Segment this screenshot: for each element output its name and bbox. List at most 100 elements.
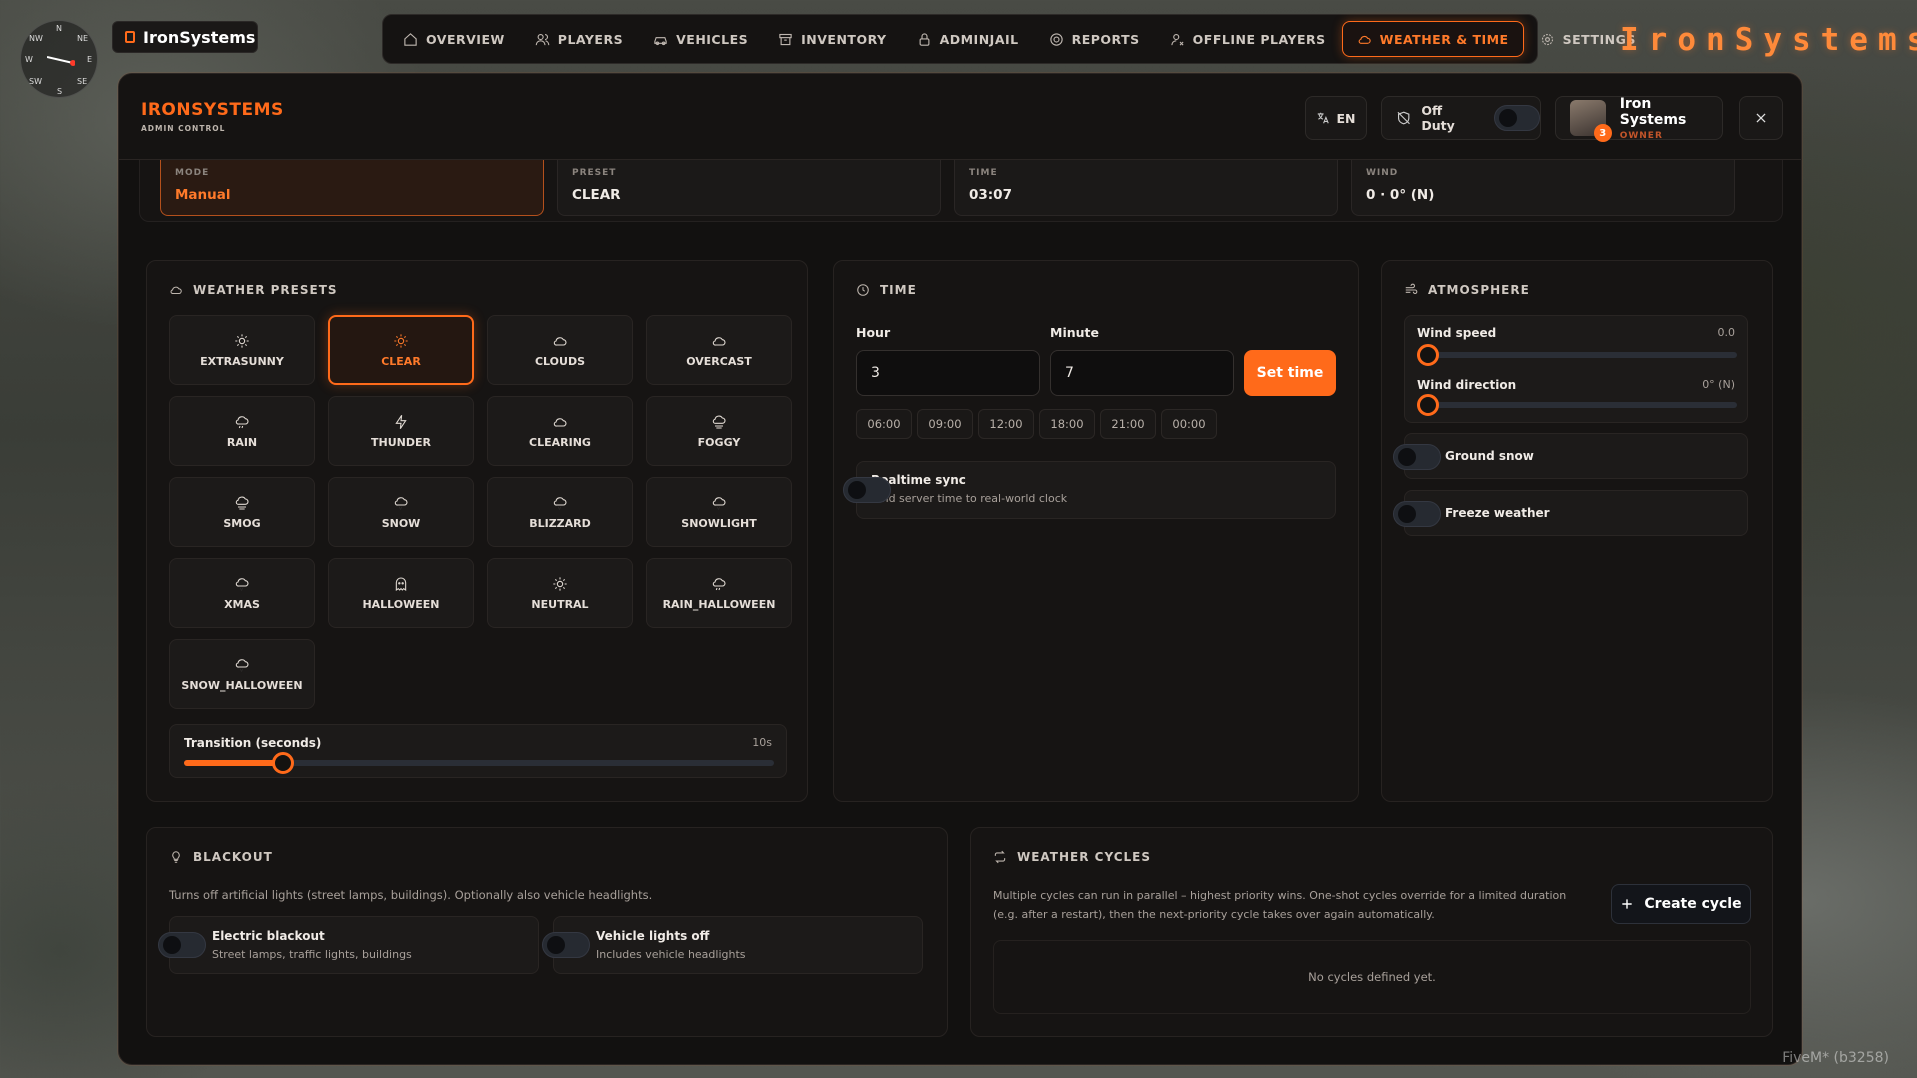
- transition-value: 10s: [752, 736, 772, 749]
- compass-n: N: [56, 24, 62, 33]
- minimap-compass: N NE NW W E SW SE S: [20, 20, 98, 98]
- quick-time-chip[interactable]: 06:00: [856, 409, 912, 439]
- preset-xmas[interactable]: XMAS: [169, 558, 315, 628]
- nav-label: PLAYERS: [557, 31, 624, 47]
- status-mode-label: MODE: [175, 168, 210, 178]
- vehicle-lights-title: Vehicle lights off: [596, 929, 710, 943]
- quick-time-chip[interactable]: 00:00: [1161, 409, 1217, 439]
- status-wind: WIND 0 · 0° (N): [1351, 160, 1735, 216]
- ground-snow-row: Ground snow: [1393, 433, 1748, 479]
- home-icon: [404, 32, 417, 46]
- wind-direction-label: Wind direction: [1417, 378, 1517, 392]
- set-time-button[interactable]: Set time: [1244, 350, 1336, 396]
- preset-label: BLIZZARD: [529, 516, 591, 530]
- electric-blackout-desc: Street lamps, traffic lights, buildings: [212, 948, 412, 961]
- avatar: 3: [1570, 100, 1612, 142]
- preset-rain-halloween[interactable]: RAIN_HALLOWEEN: [646, 558, 792, 628]
- preset-label: SNOW: [381, 516, 421, 530]
- preset-label: RAIN_HALLOWEEN: [662, 597, 776, 611]
- atmosphere-title: ATMOSPHERE: [1404, 283, 1530, 297]
- freeze-weather-toggle[interactable]: [1393, 501, 1441, 527]
- transition-label: Transition (seconds): [184, 736, 322, 750]
- quick-time-chip[interactable]: 21:00: [1100, 409, 1156, 439]
- preset-overcast[interactable]: OVERCAST: [646, 315, 792, 385]
- user-name: Iron Systems: [1619, 95, 1687, 128]
- blackout-title-text: BLACKOUT: [193, 850, 273, 864]
- preset-label: RAIN: [226, 435, 258, 449]
- preset-thunder[interactable]: THUNDER: [328, 396, 474, 466]
- brand-chip: IronSystems: [112, 21, 258, 53]
- quick-time-chip[interactable]: 09:00: [917, 409, 973, 439]
- status-mode-value: Manual: [175, 187, 231, 203]
- wind-direction-slider-thumb[interactable]: [1417, 394, 1439, 416]
- close-button[interactable]: [1739, 96, 1783, 140]
- preset-label: SNOWLIGHT: [681, 516, 757, 530]
- preset-snow[interactable]: SNOW: [328, 477, 474, 547]
- panel-header: IRONSYSTEMS ADMIN CONTROL EN Off Duty 3 …: [119, 74, 1801, 160]
- compass-ne: NE: [77, 34, 89, 43]
- nav-reports[interactable]: REPORTS: [1035, 21, 1154, 57]
- preset-clouds[interactable]: CLOUDS: [487, 315, 633, 385]
- hour-input[interactable]: 3: [856, 350, 1040, 396]
- nav-offline-players[interactable]: OFFLINE PLAYERS: [1156, 21, 1340, 57]
- nav-label: WEATHER & TIME: [1379, 31, 1509, 47]
- nav-weather-time[interactable]: WEATHER & TIME: [1341, 21, 1524, 57]
- preset-foggy[interactable]: FOGGY: [646, 396, 792, 466]
- create-cycle-button[interactable]: Create cycle: [1611, 884, 1751, 924]
- wind-speed-slider[interactable]: [1417, 352, 1737, 358]
- preset-label: CLEARING: [529, 435, 591, 449]
- language-button[interactable]: EN: [1305, 96, 1367, 140]
- status-preset-value: CLEAR: [572, 187, 621, 203]
- nav-overview[interactable]: OVERVIEW: [389, 21, 519, 57]
- wind-direction-slider[interactable]: [1417, 402, 1737, 408]
- nav-label: VEHICLES: [676, 31, 749, 47]
- electric-blackout-title: Electric blackout: [212, 929, 325, 943]
- preset-blizzard[interactable]: BLIZZARD: [487, 477, 633, 547]
- preset-halloween[interactable]: HALLOWEEN: [328, 558, 474, 628]
- preset-rain[interactable]: RAIN: [169, 396, 315, 466]
- preset-label: NEUTRAL: [531, 597, 589, 611]
- preset-label: SMOG: [223, 516, 261, 530]
- realtime-sync-toggle[interactable]: [843, 477, 891, 503]
- status-mode: MODE Manual: [160, 160, 544, 216]
- hour-label: Hour: [856, 325, 891, 340]
- realtime-sync-row: Realtime sync Bind server time to real-w…: [843, 461, 1336, 519]
- status-preset: PRESET CLEAR: [557, 160, 941, 216]
- cloud-rain-icon: [712, 577, 726, 590]
- preset-snowlight[interactable]: SNOWLIGHT: [646, 477, 792, 547]
- archive-icon: [779, 33, 792, 45]
- quick-time-chip[interactable]: 12:00: [978, 409, 1034, 439]
- cloud-icon: [712, 336, 726, 346]
- time-title: TIME: [856, 283, 917, 297]
- nav-adminjail[interactable]: ADMINJAIL: [903, 21, 1033, 57]
- nav-label: OFFLINE PLAYERS: [1192, 31, 1326, 47]
- cloud-snow-icon: [235, 658, 249, 672]
- user-menu[interactable]: 3 Iron Systems OWNER: [1555, 95, 1723, 142]
- ground-snow-label: Ground snow: [1445, 449, 1534, 463]
- ground-snow-toggle[interactable]: [1393, 444, 1441, 470]
- minute-input[interactable]: 7: [1050, 350, 1234, 396]
- cloud-icon: [553, 336, 567, 346]
- nav-vehicles[interactable]: VEHICLES: [639, 21, 762, 57]
- preset-extrasunny[interactable]: EXTRASUNNY: [169, 315, 315, 385]
- weather-cycles-title: WEATHER CYCLES: [993, 850, 1151, 864]
- preset-neutral[interactable]: NEUTRAL: [487, 558, 633, 628]
- preset-label: THUNDER: [371, 435, 431, 449]
- transition-slider-thumb[interactable]: [272, 752, 294, 774]
- preset-clear[interactable]: CLEAR: [328, 315, 474, 385]
- preset-clearing[interactable]: CLEARING: [487, 396, 633, 466]
- wind-controls: Wind speed 0.0 Wind direction 0° (N): [1404, 315, 1748, 423]
- compass-needle-icon: [47, 56, 75, 66]
- preset-snow-halloween[interactable]: SNOW_HALLOWEEN: [169, 639, 315, 709]
- lightning-icon: [395, 414, 407, 429]
- electric-blackout-toggle[interactable]: [158, 932, 206, 958]
- duty-toggle[interactable]: [1493, 105, 1541, 131]
- blackout-card: BLACKOUT Turns off artificial lights (st…: [146, 827, 948, 1037]
- quick-time-chip[interactable]: 18:00: [1039, 409, 1095, 439]
- vehicle-lights-toggle[interactable]: [542, 932, 590, 958]
- nav-inventory[interactable]: INVENTORY: [764, 21, 900, 57]
- wind-speed-slider-thumb[interactable]: [1417, 344, 1439, 366]
- nav-players[interactable]: PLAYERS: [521, 21, 637, 57]
- preset-smog[interactable]: SMOG: [169, 477, 315, 547]
- gear-icon: [1541, 33, 1553, 45]
